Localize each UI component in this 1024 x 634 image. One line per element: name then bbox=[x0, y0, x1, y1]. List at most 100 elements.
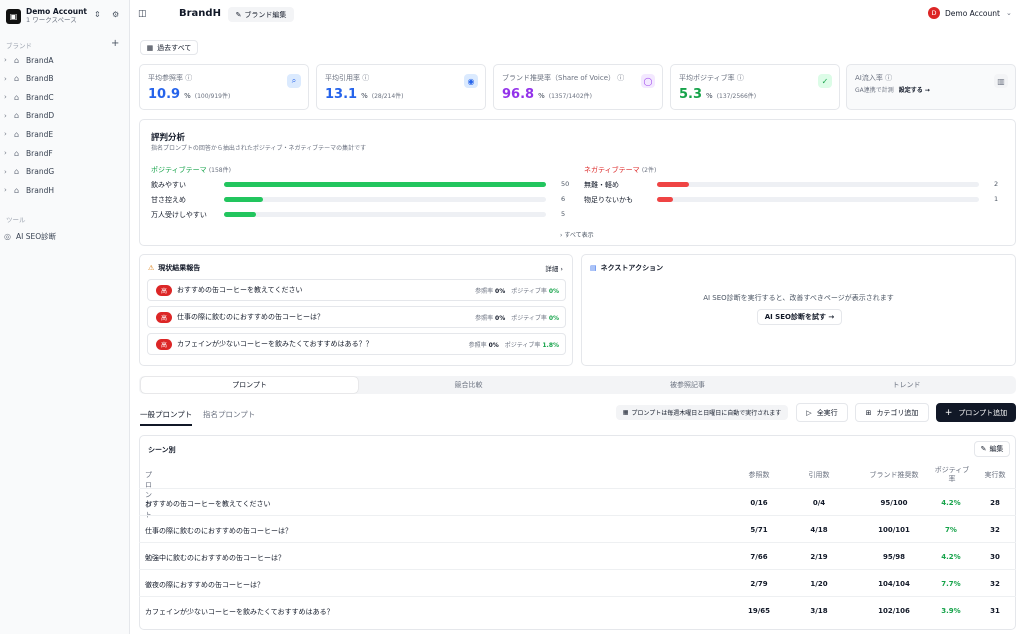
add-category-button[interactable]: ⊞ カテゴリ追加 bbox=[855, 403, 929, 422]
scene-section-title: シーン別 bbox=[148, 446, 176, 454]
play-icon: ▷ bbox=[806, 408, 812, 417]
positive-theme-count: 5 bbox=[561, 210, 566, 218]
period-select[interactable]: ▦ 過去すべて bbox=[140, 40, 198, 55]
search-icon: ⌕ bbox=[287, 74, 301, 88]
ai-flow-card: AI流入率 ⓘ GA連携で計測 設定する → ▥ bbox=[846, 64, 1016, 110]
status-report-row[interactable]: 高仕事の際に飲むのにおすすめの缶コーヒーは？ 参照率 0% ポジティブ率 0% bbox=[147, 306, 566, 328]
store-icon: ⌂ bbox=[14, 185, 20, 195]
tab-prompts[interactable]: プロンプト bbox=[141, 377, 358, 393]
chevron-updown-icon[interactable]: ⇕ bbox=[94, 10, 101, 19]
ai-flow-note: GA連携で計測 bbox=[855, 87, 894, 94]
report-question: おすすめの缶コーヒーを教えてください bbox=[177, 286, 303, 294]
try-ai-seo-button[interactable]: AI SEO診断を試す → bbox=[757, 309, 842, 325]
metric-unit: % bbox=[538, 92, 545, 100]
edit-button[interactable]: ✎ 編集 bbox=[974, 441, 1010, 457]
table-row[interactable]: 勉強中に飲むのにおすすめの缶コーヒーは？ 7/66 2/19 95/98 4.2% 30 bbox=[139, 542, 1016, 569]
chevron-right-icon: › bbox=[4, 56, 7, 64]
negative-theme-bar bbox=[657, 182, 690, 187]
sidebar: ▣ Demo Account 1 ワークスペース ⇕ ⚙ ブランド + › ⌂ Br… bbox=[0, 0, 130, 634]
reputation-title: 評判分析 bbox=[151, 133, 186, 143]
sidebar-item-brand[interactable]: › ⌂ BrandA bbox=[4, 53, 124, 67]
column-header: ブランド推奨数 bbox=[869, 471, 919, 479]
store-icon: ⌂ bbox=[14, 167, 20, 177]
table-row[interactable]: カフェインが少ないコーヒーを飲みたくておすすめはある？ 19/65 3/18 102/… bbox=[139, 596, 1016, 623]
brand-title: BrandH bbox=[179, 8, 221, 19]
chat-icon: ◯ bbox=[641, 74, 655, 88]
table-cell-prompt: 仕事の際に飲むのにおすすめの缶コーヒーは？ bbox=[145, 527, 292, 535]
sidebar-item-brand[interactable]: › ⌂ BrandE bbox=[4, 127, 124, 141]
gear-icon[interactable]: ⚙ bbox=[112, 10, 119, 19]
positive-theme-row: 万人受けしやすい 5 bbox=[151, 209, 576, 219]
chevron-right-icon: › bbox=[4, 130, 7, 139]
subtab-named[interactable]: 指名プロンプト bbox=[203, 409, 255, 420]
sidebar-item-label: BrandF bbox=[26, 148, 53, 158]
detail-link[interactable]: 詳細 › bbox=[545, 263, 563, 273]
negative-theme-label: 無難・軽め bbox=[584, 181, 619, 189]
metric-value: 96.8 bbox=[502, 87, 535, 102]
sidebar-item-brand[interactable]: › ⌂ BrandC bbox=[4, 90, 124, 104]
sidebar-item-brand[interactable]: › ⌂ BrandG bbox=[4, 165, 124, 179]
show-all-link[interactable]: › すべて表示 bbox=[560, 230, 594, 239]
briefcase-icon: ▣ bbox=[6, 8, 21, 24]
table-row[interactable]: 仕事の際に飲むのにおすすめの缶コーヒーは？ 5/71 4/18 100/101 7% 32 bbox=[139, 515, 1016, 542]
sidebar-item-label: BrandG bbox=[26, 167, 55, 177]
positive-theme-count: 6 bbox=[561, 195, 566, 203]
table-row[interactable]: 徹夜の際におすすめの缶コーヒーは？ 2/79 1/20 104/104 7.7% 32 bbox=[139, 569, 1016, 596]
metric-card: ブランド推奨率（Share of Voice） ⓘ 96.8% (1357/1402… bbox=[493, 64, 663, 110]
sidebar-item-brand[interactable]: › ⌂ BrandH bbox=[4, 183, 124, 197]
metric-sub: (137/2566件) bbox=[716, 93, 757, 100]
report-question: 仕事の際に飲むのにおすすめの缶コーヒーは？ bbox=[177, 313, 325, 321]
metric-card: 平均引用率 ⓘ 13.1% (28/214件) ◉ bbox=[316, 64, 486, 110]
account-switcher[interactable]: ▣ Demo Account 1 ワークスペース bbox=[6, 6, 126, 26]
chevron-right-icon: › bbox=[4, 111, 7, 120]
positive-theme-row: 甘さ控えめ 6 bbox=[151, 194, 576, 204]
table-cell-runs: 31 bbox=[990, 607, 1000, 615]
negative-theme-row: 無難・軽め 2 bbox=[584, 179, 1009, 189]
ai-flow-settings-link[interactable]: 設定する → bbox=[899, 87, 930, 94]
sidebar-toggle-icon[interactable]: ◫ bbox=[138, 9, 147, 19]
table-cell-rec: 95/100 bbox=[880, 499, 908, 507]
thumbs-up-icon: ✓ bbox=[818, 74, 832, 88]
tab-referenced-articles[interactable]: 被参照記事 bbox=[579, 377, 796, 393]
eye-icon: ◉ bbox=[464, 74, 478, 88]
tools-heading: ツール bbox=[6, 216, 26, 224]
tab-competitors[interactable]: 競合比較 bbox=[360, 377, 577, 393]
table-row[interactable]: おすすめの缶コーヒーを教えてください 0/16 0/4 95/100 4.2% 28 bbox=[139, 488, 1016, 515]
report-stats: 参照率 0% ポジティブ率 0% bbox=[475, 314, 559, 322]
metric-sub: (28/214件) bbox=[371, 93, 404, 100]
brand-edit-button[interactable]: ✎ ブランド編集 bbox=[228, 7, 294, 22]
add-prompt-button[interactable]: + プロンプト追加 bbox=[936, 403, 1016, 422]
metric-card: 平均ポジティブ率 ⓘ 5.3% (137/2566件) ✓ bbox=[670, 64, 840, 110]
metric-unit: % bbox=[184, 92, 191, 100]
tab-trends[interactable]: トレンド bbox=[798, 377, 1015, 393]
table-cell-ref: 7/66 bbox=[750, 553, 768, 561]
metric-label: 平均引用率 ⓘ bbox=[325, 74, 370, 82]
sidebar-item-brand[interactable]: › ⌂ BrandD bbox=[4, 109, 124, 123]
run-all-button[interactable]: ▷ 全実行 bbox=[796, 403, 848, 422]
user-menu[interactable]: D Demo Account ⌄ bbox=[928, 7, 1012, 19]
negative-theme-count: 2 bbox=[994, 180, 999, 188]
table-cell-cite: 4/18 bbox=[810, 526, 828, 534]
negative-theme-bar bbox=[657, 197, 674, 202]
top-bar: ◫ BrandH ✎ ブランド編集 D Demo Account ⌄ bbox=[131, 0, 1024, 30]
metric-unit: % bbox=[361, 92, 368, 100]
metric-label: 平均ポジティブ率 ⓘ bbox=[679, 74, 744, 82]
status-report-row[interactable]: 高カフェインが少ないコーヒーを飲みたくておすすめはある？？ 参照率 0% ポジティ… bbox=[147, 333, 566, 355]
table-cell-rec: 104/104 bbox=[878, 580, 910, 588]
sidebar-item-label: BrandA bbox=[26, 55, 54, 65]
add-brand-icon[interactable]: + bbox=[111, 38, 119, 49]
sidebar-item-ai-seo[interactable]: ◎ AI SEO診断 bbox=[4, 229, 124, 243]
metric-sub: (1357/1402件) bbox=[548, 93, 592, 100]
status-report-row[interactable]: 高おすすめの缶コーヒーを教えてください 参照率 0% ポジティブ率 0% bbox=[147, 279, 566, 301]
sidebar-item-brand[interactable]: › ⌂ BrandB bbox=[4, 72, 124, 86]
edit-icon: ✎ bbox=[980, 445, 987, 453]
pencil-icon: ✎ bbox=[235, 10, 242, 19]
table-cell-ref: 5/71 bbox=[750, 526, 768, 534]
metric-value: 13.1 bbox=[325, 87, 358, 102]
column-header: 参照数 bbox=[748, 471, 770, 479]
metric-label: ブランド推奨率（Share of Voice） ⓘ bbox=[502, 74, 625, 82]
sidebar-item-label: BrandC bbox=[26, 92, 54, 102]
subtab-general[interactable]: 一般プロンプト bbox=[140, 409, 193, 426]
sidebar-item-brand[interactable]: › ⌂ BrandF bbox=[4, 146, 124, 160]
status-report-title: ⚠ 現状結果報告 bbox=[148, 264, 201, 272]
